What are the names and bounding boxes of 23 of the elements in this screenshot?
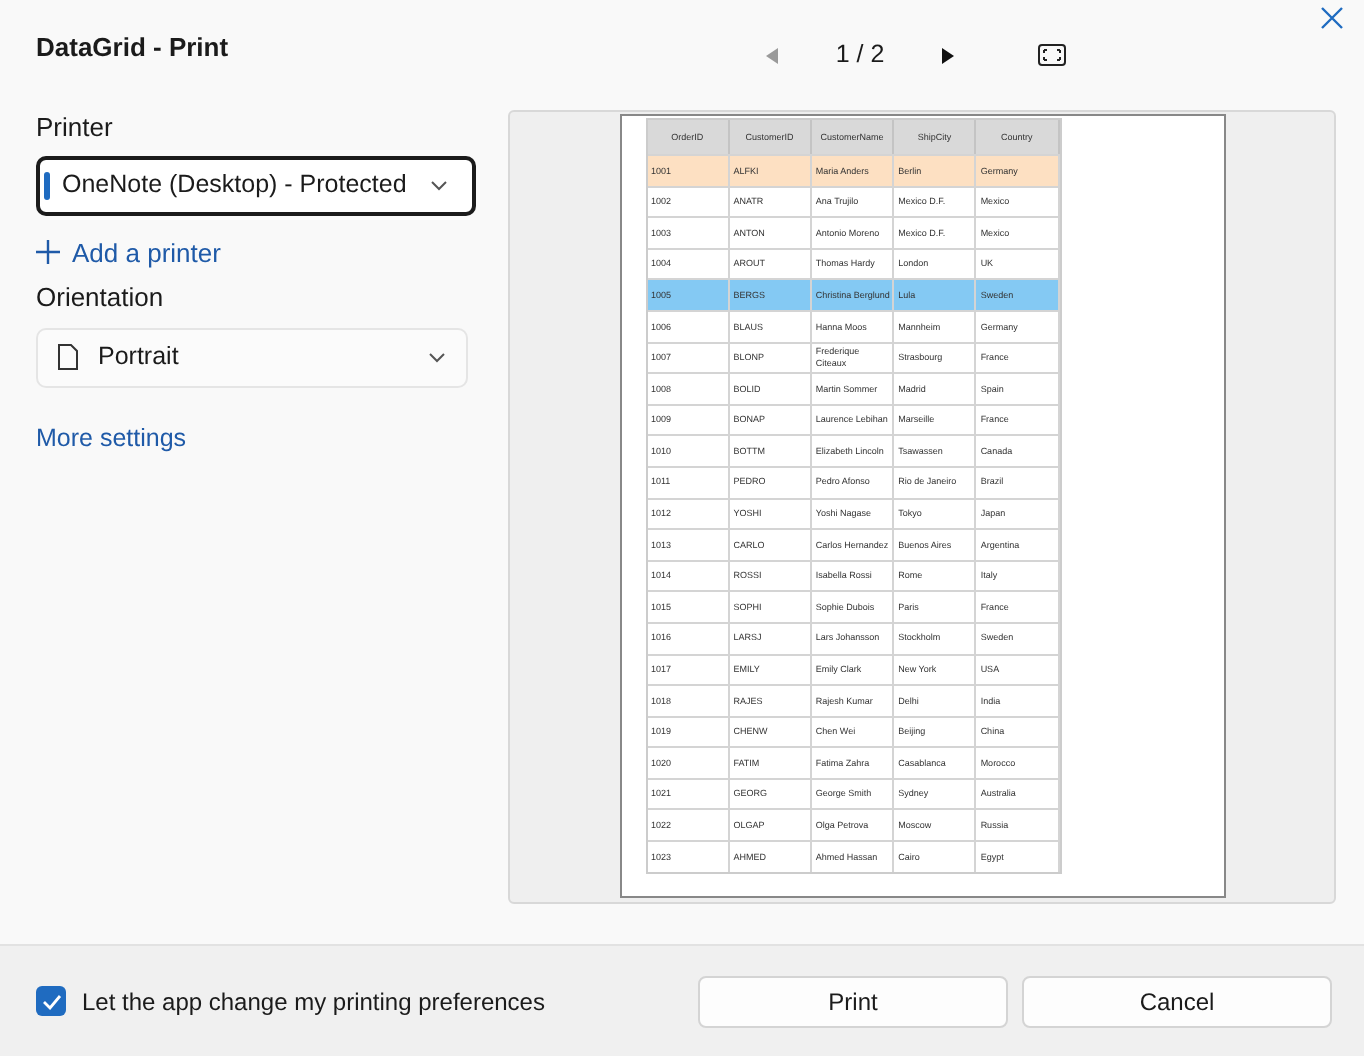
printer-dropdown[interactable]: OneNote (Desktop) - Protected: [36, 155, 476, 215]
add-printer-link[interactable]: Add a printer: [36, 233, 221, 272]
dialog-title: DataGrid - Print: [36, 30, 231, 64]
fit-page-button[interactable]: [1036, 39, 1068, 71]
more-settings-link[interactable]: More settings: [36, 419, 187, 457]
page-icon: [58, 344, 78, 370]
checkmark-icon: [41, 993, 61, 1009]
orientation-dropdown[interactable]: Portrait: [36, 327, 468, 387]
print-button[interactable]: Print: [698, 975, 1008, 1027]
orientation-label: Orientation: [36, 280, 166, 316]
checkbox-label: Let the app change my printing preferences: [82, 985, 545, 1019]
chevron-down-icon: [430, 179, 448, 191]
chevron-down-icon: [428, 351, 446, 363]
checkbox[interactable]: [36, 986, 66, 1016]
close-icon: [1320, 6, 1344, 30]
cancel-button[interactable]: Cancel: [1022, 975, 1332, 1027]
right-triangle-icon: [942, 47, 954, 63]
left-triangle-icon: [766, 47, 778, 63]
printer-label: Printer: [36, 110, 115, 146]
close-button[interactable]: [1316, 2, 1348, 34]
plus-icon: [36, 240, 60, 265]
page-indicator: 1 / 2: [833, 38, 887, 73]
fit-to-page-icon: [1038, 44, 1066, 66]
